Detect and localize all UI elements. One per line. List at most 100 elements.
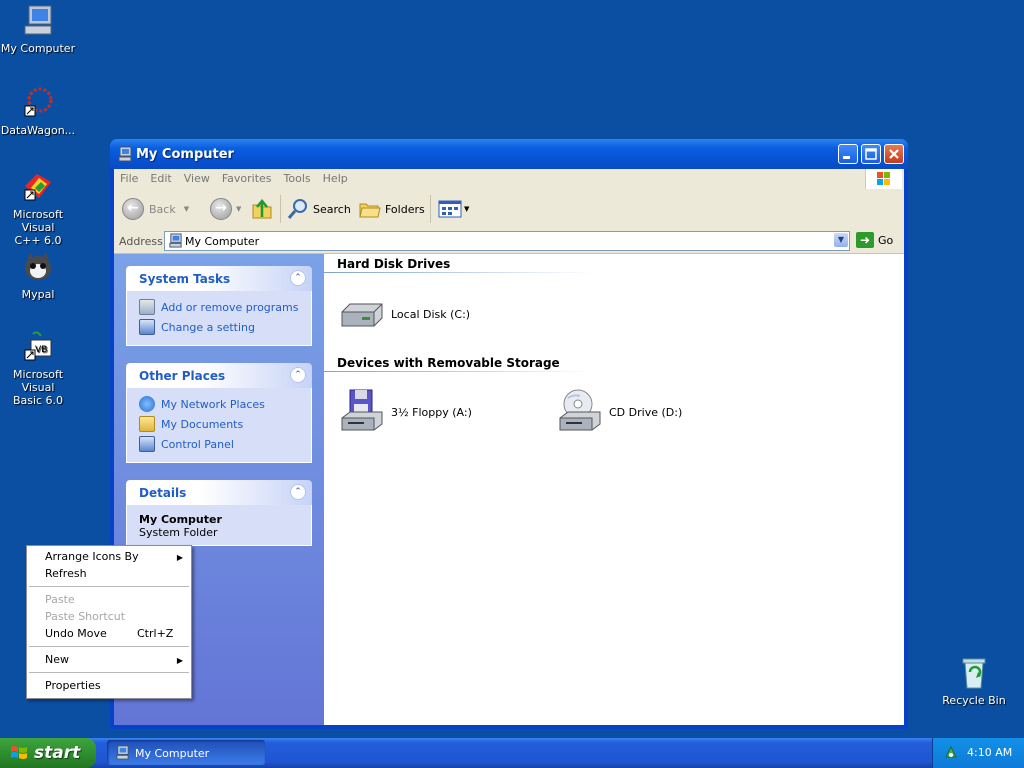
menu-help[interactable]: Help: [317, 169, 354, 185]
go-arrow-icon: ➜: [856, 232, 874, 248]
my-computer-icon: [21, 4, 55, 38]
floppy-label: 3½ Floppy (A:): [391, 405, 472, 419]
system-tasks-body: Add or remove programs Change a setting: [126, 291, 312, 346]
other-places-header[interactable]: Other Places ⌃: [126, 363, 312, 388]
forward-button[interactable]: → ▼: [210, 197, 241, 221]
menu-item-properties[interactable]: Properties: [45, 679, 101, 692]
control-panel-label: Control Panel: [161, 437, 234, 451]
desktop-icon-recycle-bin[interactable]: Recycle Bin: [934, 656, 1014, 707]
taskbar-item-my-computer[interactable]: My Computer: [107, 740, 265, 765]
cd-drive-icon: [556, 388, 604, 436]
menu-edit[interactable]: Edit: [144, 169, 177, 185]
collapse-icon[interactable]: ⌃: [290, 270, 306, 286]
start-button[interactable]: start: [0, 738, 96, 768]
hard-disk-header: Hard Disk Drives: [337, 257, 451, 271]
menu-tools[interactable]: Tools: [278, 169, 317, 185]
search-button[interactable]: Search: [286, 197, 351, 221]
toolbar: ← Back ▼ → ▼ Search Folders ▼: [114, 189, 904, 230]
add-remove-programs-link[interactable]: Add or remove programs: [139, 297, 301, 317]
my-documents-label: My Documents: [161, 417, 244, 431]
toolbar-divider: [430, 195, 431, 223]
new-label: New: [45, 653, 69, 666]
collapse-icon[interactable]: ⌃: [290, 367, 306, 383]
my-computer-icon: [116, 745, 129, 760]
clock[interactable]: 4:10 AM: [967, 746, 1012, 759]
go-button[interactable]: ➜ Go: [856, 232, 893, 248]
collapse-icon[interactable]: ⌃: [290, 484, 306, 500]
menu-file[interactable]: File: [114, 169, 144, 185]
start-label: start: [34, 743, 81, 763]
views-button[interactable]: ▼: [438, 197, 469, 221]
chevron-down-icon: ▼: [183, 205, 190, 213]
menu-separator: [29, 646, 189, 647]
folders-icon: [359, 203, 381, 218]
minimize-button[interactable]: [838, 144, 858, 164]
other-places-body: My Network Places My Documents Control P…: [126, 388, 312, 463]
details-header[interactable]: Details ⌃: [126, 480, 312, 505]
back-label: Back: [149, 202, 176, 216]
address-dropdown-button[interactable]: ▼: [834, 233, 848, 247]
my-network-places-label: My Network Places: [161, 397, 265, 411]
windows-flag-icon: [11, 746, 27, 759]
taskbar-item-label: My Computer: [135, 747, 210, 760]
folder-up-icon: [252, 199, 272, 219]
documents-folder-icon: [139, 416, 155, 432]
desktop-icon-visual-basic[interactable]: VB Microsoft Visual Basic 6.0: [0, 330, 78, 407]
menu-item-refresh[interactable]: Refresh: [45, 567, 87, 580]
undo-move-label: Undo Move: [45, 627, 107, 640]
system-tasks-title: System Tasks: [139, 272, 231, 286]
details-type: System Folder: [139, 526, 218, 539]
my-computer-icon: [169, 233, 182, 248]
up-button[interactable]: [250, 197, 274, 221]
system-tray: 4:10 AM: [932, 738, 1024, 768]
details-name: My Computer: [139, 513, 222, 526]
desktop-icon-mypal[interactable]: Mypal: [0, 250, 78, 301]
menu-view[interactable]: View: [178, 169, 216, 185]
desktop-icon-label-2: Basic 6.0: [12, 394, 64, 407]
floppy-item[interactable]: 3½ Floppy (A:): [338, 388, 472, 436]
change-setting-link[interactable]: Change a setting: [139, 317, 301, 337]
desktop-icon-datawagon[interactable]: DataWagon...: [0, 86, 78, 137]
folders-button[interactable]: Folders: [358, 197, 425, 221]
views-icon: [438, 200, 462, 218]
tray-app-icon[interactable]: [943, 745, 959, 761]
section-divider: [324, 371, 594, 372]
address-label: Address: [119, 235, 163, 248]
menu-item-undo-move[interactable]: Undo Move Ctrl+Z: [45, 627, 173, 640]
address-input[interactable]: My Computer ▼: [164, 231, 850, 251]
go-label: Go: [878, 233, 894, 247]
menu-item-paste-shortcut: Paste Shortcut: [45, 610, 125, 623]
address-bar: Address My Computer ▼ ➜ Go: [114, 229, 904, 254]
desktop-icon-label: Recycle Bin: [942, 694, 1006, 707]
title-bar[interactable]: My Computer: [110, 139, 908, 169]
control-panel-icon: [139, 436, 155, 452]
cd-drive-item[interactable]: CD Drive (D:): [556, 388, 682, 436]
submenu-arrow-icon: ▶: [176, 553, 183, 562]
my-documents-link[interactable]: My Documents: [139, 414, 301, 434]
undo-shortcut-label: Ctrl+Z: [137, 627, 174, 640]
address-value: My Computer: [185, 235, 260, 248]
system-tasks-header[interactable]: System Tasks ⌃: [126, 266, 312, 291]
menu-item-new[interactable]: New: [45, 653, 69, 666]
other-places-title: Other Places: [139, 369, 226, 383]
back-button[interactable]: ← Back ▼: [122, 197, 189, 221]
desktop-icon-visual-cpp[interactable]: Microsoft Visual C++ 6.0: [0, 170, 78, 247]
menu-favorites[interactable]: Favorites: [216, 169, 278, 185]
close-button[interactable]: [884, 144, 904, 164]
windows-flag-icon: [877, 172, 890, 185]
my-network-places-link[interactable]: My Network Places: [139, 394, 301, 414]
submenu-arrow-icon: ▶: [176, 656, 183, 665]
mypal-icon: [21, 250, 55, 284]
desktop-icon-my-computer[interactable]: My Computer: [0, 4, 78, 55]
svg-text:VB: VB: [35, 345, 47, 355]
menu-item-arrange-icons[interactable]: Arrange Icons By: [45, 550, 139, 563]
toolbar-divider: [280, 195, 281, 223]
section-divider: [324, 272, 594, 273]
programs-icon: [139, 299, 155, 315]
datawagon-icon: [21, 86, 55, 120]
back-arrow-icon: ←: [122, 198, 144, 220]
control-panel-link[interactable]: Control Panel: [139, 434, 301, 454]
maximize-button[interactable]: [861, 144, 881, 164]
local-disk-item[interactable]: Local Disk (C:): [338, 290, 470, 338]
desktop-icon-label: Microsoft Visual: [12, 368, 64, 394]
